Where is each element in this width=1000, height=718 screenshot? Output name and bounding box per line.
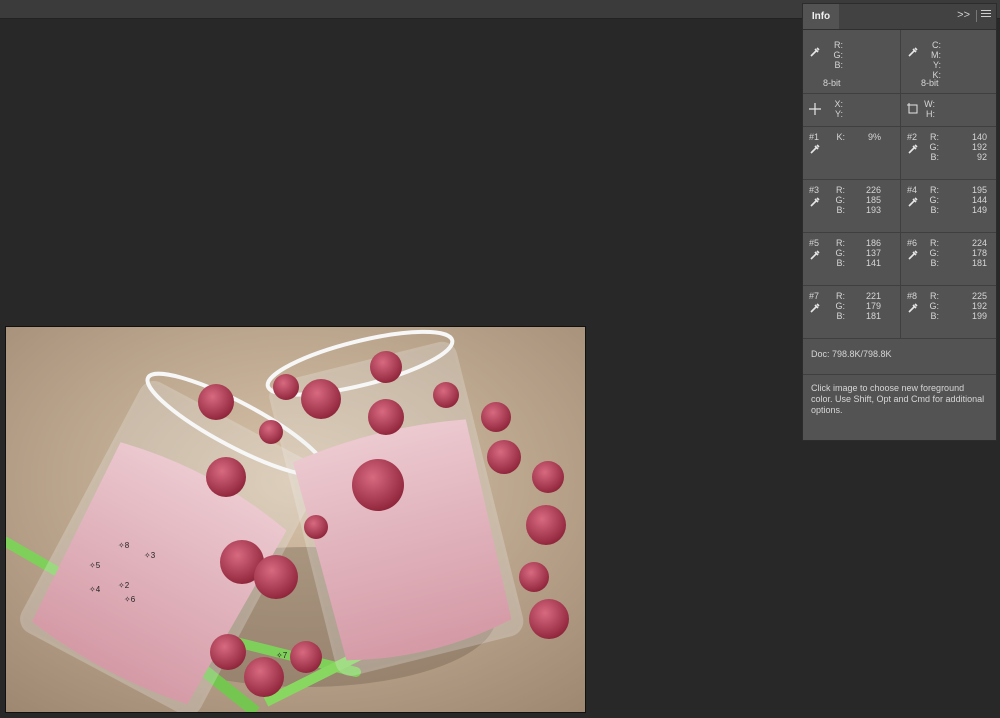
eyedropper-icon[interactable]	[907, 249, 919, 261]
coordinate-row: X: Y: W: H:	[803, 94, 996, 127]
eyedropper-icon[interactable]	[907, 196, 919, 208]
bit-depth-left[interactable]: 8-bit	[823, 78, 841, 88]
sample-marker-7[interactable]: ✧7	[276, 651, 287, 660]
eyedropper-icon[interactable]	[809, 196, 821, 208]
panel-header: Info >>	[803, 4, 996, 30]
tab-info[interactable]: Info	[803, 4, 839, 29]
smoothie-photo	[6, 327, 585, 712]
eyedropper-icon[interactable]	[907, 46, 919, 58]
divider	[976, 10, 977, 22]
sample-row-3-4: #3 R: G: B: 226 185 193 #4 R: G: B: 195 144 149	[803, 180, 996, 233]
color-readout-row: R: G: B: 8-bit C: M: Y: K: 8-bit	[803, 30, 996, 94]
sample-1: #1 K: 9%	[803, 127, 901, 179]
eyedropper-icon[interactable]	[907, 143, 919, 155]
sample-marker-8[interactable]: ✧8	[118, 541, 129, 550]
sample-6: #6 R: G: B: 224 178 181	[907, 238, 987, 268]
collapse-icon[interactable]: >>	[957, 10, 970, 21]
sample-5: #5 R: G: B: 186 137 141	[803, 233, 901, 285]
info-help-text: Click image to choose new foreground col…	[811, 383, 985, 415]
sample-3: #3 R: G: B: 226 185 193	[803, 180, 901, 232]
eyedropper-icon[interactable]	[809, 46, 821, 58]
info-panel: Info >> R: G: B: 8-bit C: M: Y: K: 8-bit X: Y:…	[802, 3, 997, 441]
sample-marker-5[interactable]: ✧5	[89, 561, 100, 570]
sample-row-5-6: #5 R: G: B: 186 137 141 #6 R: G: B: 224 178 181	[803, 233, 996, 286]
panel-menu-icon[interactable]	[981, 10, 991, 19]
document-image[interactable]: ✧8 ✧3 ✧5 ✧2 ✧4 ✧6 ✧7	[5, 326, 586, 713]
sample-2: #2 R: G: B: 140 192 92	[907, 132, 987, 162]
eyedropper-icon[interactable]	[809, 249, 821, 261]
eyedropper-icon[interactable]	[907, 302, 919, 314]
sample-marker-3[interactable]: ✧3	[144, 551, 155, 560]
eyedropper-icon[interactable]	[809, 143, 821, 155]
sample-marker-4[interactable]: ✧4	[89, 585, 100, 594]
sample-marker-2[interactable]: ✧2	[118, 581, 129, 590]
eyedropper-icon[interactable]	[809, 302, 821, 314]
sample-row-7-8: #7 R: G: B: 221 179 181 #8 R: G: B: 225 192 199	[803, 286, 996, 339]
sample-7: #7 R: G: B: 221 179 181	[803, 286, 901, 338]
document-size: Doc: 798.8K/798.8K	[803, 339, 996, 375]
crosshair-icon[interactable]	[809, 103, 821, 115]
sample-4: #4 R: G: B: 195 144 149	[907, 185, 987, 215]
bit-depth-right[interactable]: 8-bit	[921, 78, 939, 88]
sample-row-1-2: #1 K: 9% #2 R: G: B: 140 192 92	[803, 127, 996, 180]
selection-size-icon[interactable]	[907, 103, 919, 115]
sample-marker-6[interactable]: ✧6	[124, 595, 135, 604]
sample-8: #8 R: G: B: 225 192 199	[907, 291, 987, 321]
